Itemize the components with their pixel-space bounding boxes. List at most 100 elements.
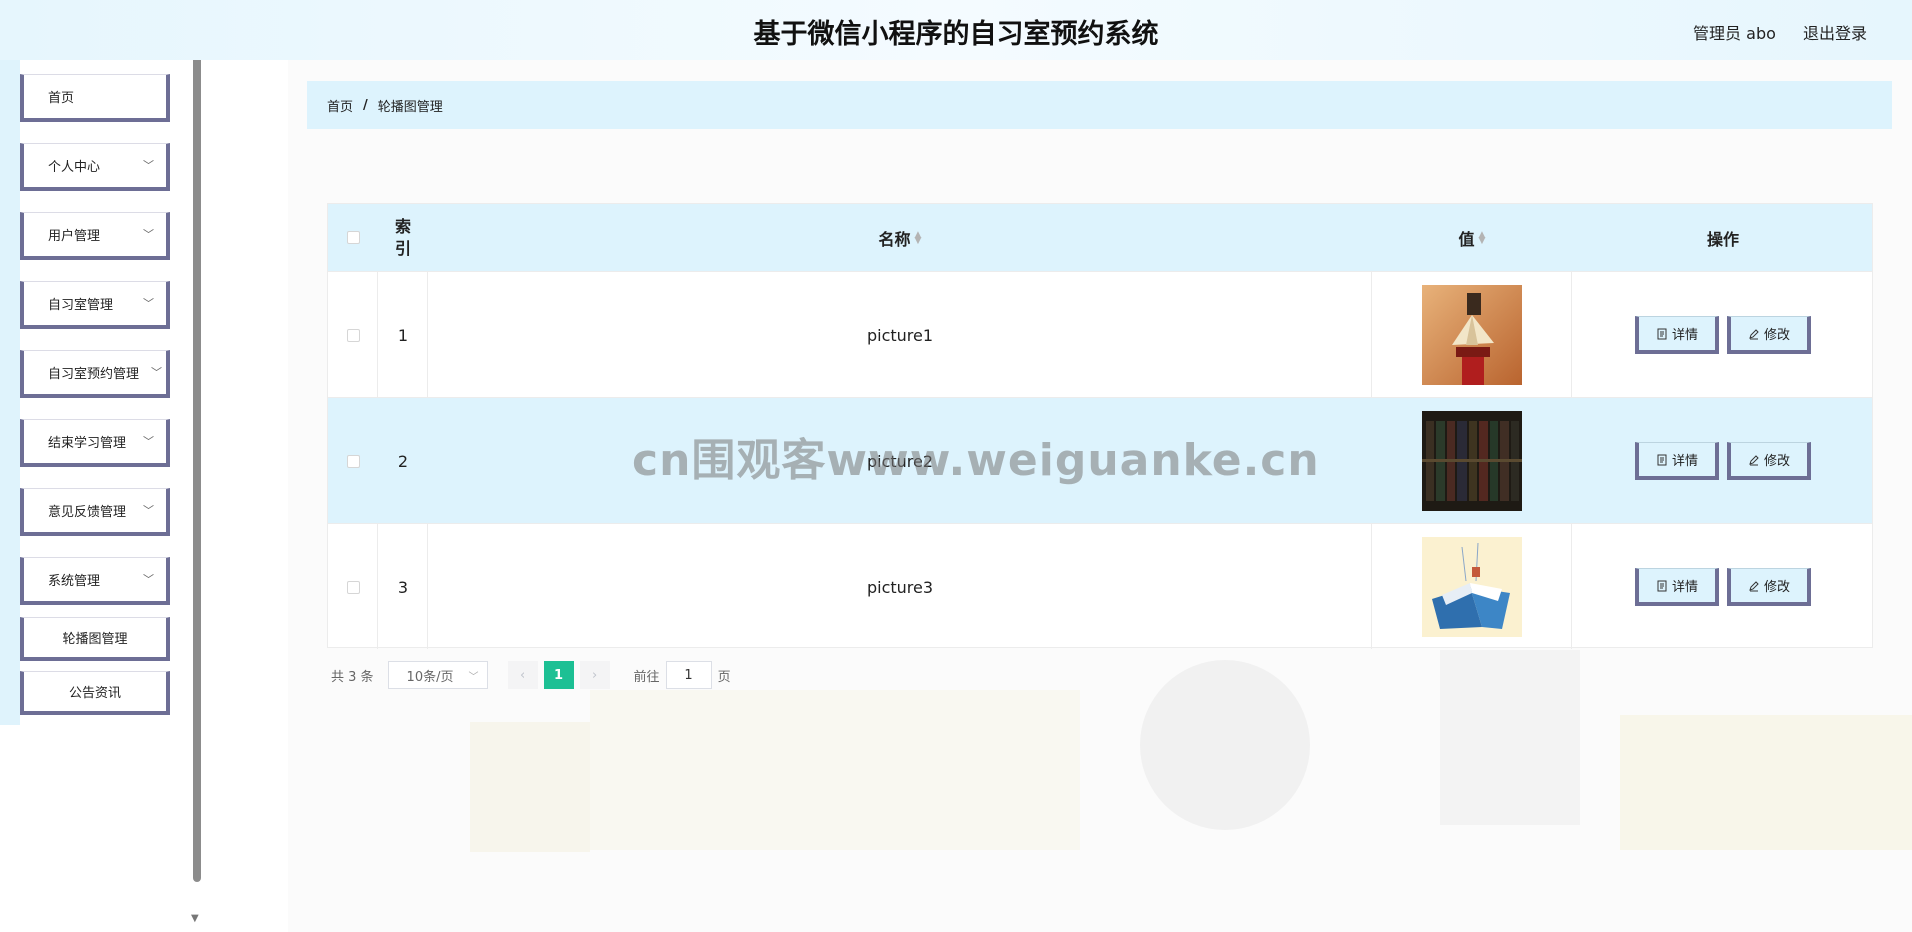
- goto-page-input[interactable]: 1: [665, 661, 712, 689]
- edit-button[interactable]: 修改: [1727, 316, 1811, 354]
- detail-button[interactable]: 详情: [1635, 568, 1719, 606]
- header-value[interactable]: 值 ▲ ▼: [1372, 204, 1572, 271]
- sidebar-subitem-label: 轮播图管理: [62, 632, 128, 647]
- sort-icon[interactable]: ▲ ▼: [915, 230, 922, 245]
- user-name: 管理员 abo: [1693, 24, 1776, 43]
- row-checkbox[interactable]: [346, 328, 360, 342]
- row-value-cell: [1372, 524, 1572, 650]
- row-actions: 详情 修改: [1572, 272, 1874, 398]
- page-number-current[interactable]: 1: [543, 661, 574, 689]
- row-index: 1: [397, 325, 409, 345]
- sidebar-item-label: 意见反馈管理: [48, 505, 127, 520]
- sidebar-item-label: 结束学习管理: [48, 436, 127, 451]
- chevron-down-icon: ﹀: [468, 671, 479, 683]
- document-icon: [1657, 454, 1667, 465]
- sidebar-subitem-carousel[interactable]: 轮播图管理: [20, 617, 170, 661]
- header-name-label: 名称: [878, 229, 911, 249]
- chevron-down-icon: ﹀: [143, 296, 154, 310]
- decorative-block: [1620, 715, 1912, 850]
- breadcrumb-home[interactable]: 首页: [327, 96, 353, 115]
- sidebar-item-rooms[interactable]: 自习室管理 ﹀: [20, 281, 170, 329]
- sidebar-edge: [0, 60, 20, 725]
- edit-pencil-icon: [1749, 454, 1759, 465]
- book-on-pedestal-image: [1422, 285, 1522, 385]
- row-select-cell: [328, 272, 378, 398]
- chevron-down-icon: ﹀: [143, 572, 154, 586]
- row-actions: 详情 修改: [1572, 524, 1874, 650]
- table-header: 索引 名称 ▲ ▼ 值 ▲ ▼ 操作: [328, 204, 1872, 271]
- sidebar-item-label: 个人中心: [48, 160, 101, 175]
- page-size-select[interactable]: 10条/页 ﹀: [387, 661, 488, 689]
- sidebar-item-profile[interactable]: 个人中心 ﹀: [20, 143, 170, 191]
- pagination: 共 3 条 10条/页 ﹀ ‹ 1 › 前往 1 页: [331, 660, 731, 690]
- row-checkbox[interactable]: [346, 580, 360, 594]
- chevron-down-icon: ﹀: [143, 503, 154, 517]
- header-name[interactable]: 名称 ▲ ▼: [428, 204, 1372, 271]
- edit-label: 修改: [1763, 580, 1790, 595]
- row-index: 3: [397, 577, 409, 597]
- detail-button[interactable]: 详情: [1635, 316, 1719, 354]
- breadcrumb: 首页 / 轮播图管理: [307, 81, 1892, 129]
- edit-pencil-icon: [1749, 580, 1759, 591]
- row-name: picture1: [866, 325, 934, 345]
- row-checkbox[interactable]: [346, 454, 360, 468]
- sidebar-scrollbar[interactable]: [193, 60, 201, 882]
- row-actions: 详情 修改: [1572, 398, 1874, 524]
- edit-pencil-icon: [1749, 328, 1759, 339]
- detail-button[interactable]: 详情: [1635, 442, 1719, 480]
- edit-label: 修改: [1763, 328, 1790, 343]
- document-icon: [1657, 328, 1667, 339]
- breadcrumb-separator: /: [363, 97, 368, 113]
- breadcrumb-current: 轮播图管理: [377, 99, 443, 115]
- bookshelf-dark-image: [1422, 411, 1522, 511]
- row-value-cell: [1372, 272, 1572, 398]
- detail-label: 详情: [1671, 580, 1698, 595]
- chevron-down-icon: ﹀: [151, 365, 162, 379]
- edit-label: 修改: [1763, 454, 1790, 469]
- chevron-down-icon: ﹀: [143, 434, 154, 448]
- document-icon: [1657, 580, 1667, 591]
- row-name: picture3: [866, 577, 934, 597]
- detail-label: 详情: [1671, 454, 1698, 469]
- user-area: 管理员 abo 退出登录: [1671, 20, 1867, 44]
- logout-button[interactable]: 退出登录: [1803, 24, 1867, 43]
- sidebar-item-label: 自习室管理: [48, 298, 114, 313]
- watermark-text: cn围观客www.weiguanke.cn: [632, 435, 1320, 486]
- decorative-circle: [1140, 660, 1310, 830]
- row-select-cell: [328, 398, 378, 524]
- row-value-cell: [1372, 398, 1572, 524]
- sidebar-item-label: 首页: [48, 91, 75, 106]
- table-row: 1 picture1 详情 修改: [328, 271, 1872, 397]
- sidebar-item-label: 系统管理: [48, 574, 101, 589]
- sidebar-item-label: 自习室预约管理: [48, 367, 140, 382]
- detail-label: 详情: [1671, 328, 1698, 343]
- sidebar-item-feedback[interactable]: 意见反馈管理 ﹀: [20, 488, 170, 536]
- sidebar-item-reservations[interactable]: 自习室预约管理 ﹀: [20, 350, 170, 398]
- scroll-down-icon[interactable]: ▼: [191, 913, 199, 924]
- select-all-checkbox[interactable]: [346, 231, 360, 244]
- decorative-cylinder: [1440, 650, 1580, 825]
- sidebar-item-end-study[interactable]: 结束学习管理 ﹀: [20, 419, 170, 467]
- sidebar-item-home[interactable]: 首页: [20, 74, 170, 122]
- chevron-down-icon: ﹀: [143, 158, 154, 172]
- sidebar-subitem-announcements[interactable]: 公告资讯: [20, 671, 170, 715]
- sidebar-item-label: 用户管理: [48, 229, 101, 244]
- prev-page-button[interactable]: ‹: [507, 661, 538, 689]
- goto-suffix: 页: [717, 669, 731, 685]
- pagination-total: 共 3 条: [331, 669, 374, 685]
- open-book-illustration-image: [1422, 537, 1522, 637]
- header-select-cell: [328, 204, 378, 271]
- edit-button[interactable]: 修改: [1727, 442, 1811, 480]
- app-title: 基于微信小程序的自习室预约系统: [753, 19, 1159, 50]
- row-index: 2: [397, 451, 409, 471]
- next-page-button[interactable]: ›: [579, 661, 610, 689]
- sidebar-item-system[interactable]: 系统管理 ﹀: [20, 557, 170, 605]
- page-size-value: 10条/页: [406, 669, 454, 685]
- sidebar-item-users[interactable]: 用户管理 ﹀: [20, 212, 170, 260]
- edit-button[interactable]: 修改: [1727, 568, 1811, 606]
- top-bar: 基于微信小程序的自习室预约系统 管理员 abo 退出登录: [0, 0, 1912, 60]
- sidebar-subitem-label: 公告资讯: [68, 686, 121, 701]
- goto-prefix: 前往: [633, 669, 660, 685]
- sort-icon[interactable]: ▲ ▼: [1479, 230, 1486, 245]
- row-select-cell: [328, 524, 378, 650]
